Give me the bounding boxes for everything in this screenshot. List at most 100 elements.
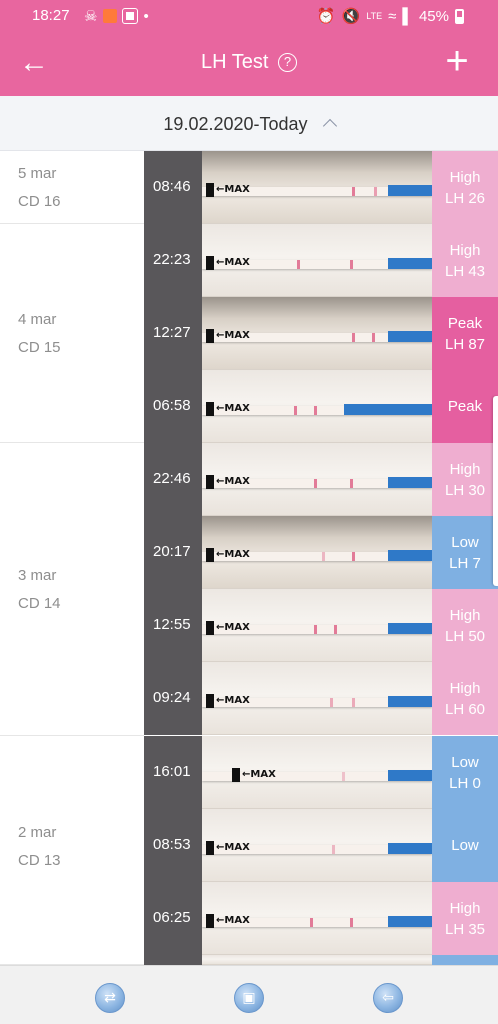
test-result: High LH 60 [432, 662, 498, 735]
day-group-label: 3 mar CD 14 [0, 443, 144, 736]
test-row[interactable]: 09:24 ←MAX High LH 60 [144, 662, 498, 735]
cycle-day: CD 15 [18, 339, 61, 356]
page-title-wrap: LH Test ? [0, 51, 498, 74]
test-row[interactable]: 12:27 ←MAX Peak LH 87 [144, 297, 498, 370]
notification-icon: ☠ [84, 8, 98, 25]
result-level: High [449, 168, 481, 186]
result-level: Low [451, 753, 479, 771]
test-row[interactable]: 08:53 ←MAX Low [144, 809, 498, 882]
day-date: 2 mar [18, 824, 57, 841]
strip-arrow-label: ←MAX [242, 769, 276, 780]
status-time: 18:27 [32, 7, 70, 24]
day-date: 4 mar [18, 311, 57, 328]
result-level: Peak [447, 314, 483, 332]
chevron-up-icon [322, 118, 337, 134]
swap-button[interactable]: ⇄ [95, 983, 125, 1013]
back-arrow-icon: ⇦ [382, 990, 394, 1006]
test-row[interactable]: 16:01 ←MAX Low LH 0 [144, 736, 498, 809]
result-value: LH 35 [444, 920, 486, 938]
test-time-text: 06:25 [153, 909, 191, 926]
test-row[interactable]: 08:46 ←MAX High LH 26 [144, 151, 498, 224]
notification-icons: ☠ • [84, 7, 149, 26]
strip-arrow-label: ←MAX [216, 622, 250, 633]
test-result: High LH 26 [432, 151, 498, 224]
test-row[interactable]: 06:58 ←MAX Peak [144, 370, 498, 443]
test-time-text: 22:46 [153, 470, 191, 487]
test-row[interactable]: 06:25 ←MAX High LH 35 [144, 882, 498, 955]
battery-icon [455, 8, 464, 24]
result-value: LH 0 [449, 774, 481, 792]
swap-icon: ⇄ [104, 990, 116, 1006]
bottom-nav: ⇄ ▣ ⇦ [0, 965, 498, 1024]
test-time-text: 12:55 [153, 616, 191, 633]
test-row-partial[interactable] [144, 955, 498, 965]
strip-arrow-label: ←MAX [216, 842, 250, 853]
day-group-label: 2 mar CD 13 [0, 736, 144, 965]
cycle-day: CD 16 [18, 193, 61, 210]
strip-arrow-label: ←MAX [216, 695, 250, 706]
day-group-label: 5 mar CD 16 [0, 151, 144, 224]
cycle-day: CD 13 [18, 852, 61, 869]
result-value: LH 87 [444, 335, 486, 353]
test-time: 22:23 [144, 224, 202, 297]
test-time: 06:25 [144, 882, 202, 955]
crop-button[interactable]: ▣ [234, 983, 264, 1013]
result-level: Low [451, 533, 479, 551]
strip-arrow-label: ←MAX [216, 403, 250, 414]
cycle-day: CD 14 [18, 595, 61, 612]
test-strip-photo: ←MAX [202, 443, 432, 516]
result-level: High [449, 899, 481, 917]
test-time: 20:17 [144, 516, 202, 589]
test-time-text: 09:24 [153, 689, 191, 706]
test-result: Peak [432, 370, 498, 443]
test-time-text: 22:23 [153, 251, 191, 268]
test-result: High LH 30 [432, 443, 498, 516]
result-value: LH 30 [444, 481, 486, 499]
day-date: 5 mar [18, 165, 57, 182]
test-time: 06:58 [144, 370, 202, 443]
test-row[interactable]: 22:46 ←MAX High LH 30 [144, 443, 498, 516]
test-time: 22:46 [144, 443, 202, 516]
test-strip-photo: ←MAX [202, 370, 432, 443]
add-test-button[interactable]: + [440, 41, 474, 81]
back-nav-button[interactable]: ⇦ [373, 983, 403, 1013]
test-time: 08:46 [144, 151, 202, 224]
test-strip-photo: ←MAX [202, 809, 432, 882]
test-result [432, 955, 498, 965]
date-range-selector[interactable]: 19.02.2020-Today [0, 96, 498, 151]
result-value: LH 7 [449, 554, 481, 572]
test-time: 16:01 [144, 736, 202, 809]
scroll-handle[interactable] [493, 396, 498, 586]
test-strip-photo: ←MAX [202, 662, 432, 735]
test-time: 08:53 [144, 809, 202, 882]
test-result: High LH 43 [432, 224, 498, 297]
strip-arrow-label: ←MAX [216, 549, 250, 560]
test-strip-photo [202, 955, 432, 965]
mute-icon: 🔇 [341, 8, 361, 25]
test-result: Low LH 0 [432, 736, 498, 809]
test-result: Low LH 7 [432, 516, 498, 589]
lh-test-list: 5 mar CD 16 4 mar CD 15 3 mar CD 14 2 ma… [0, 151, 498, 965]
result-value: LH 50 [444, 627, 486, 645]
result-level: Peak [447, 398, 483, 415]
test-row[interactable]: 20:17 ←MAX Low LH 7 [144, 516, 498, 589]
question-circle-icon[interactable]: ? [278, 53, 297, 72]
plus-icon: + [445, 39, 469, 83]
wifi-icon: ≈ [388, 7, 397, 25]
result-level: High [449, 606, 481, 624]
crop-icon: ▣ [242, 990, 256, 1006]
test-row[interactable]: 12:55 ←MAX High LH 50 [144, 589, 498, 662]
strip-arrow-label: ←MAX [216, 184, 250, 195]
test-time-text: 08:53 [153, 836, 191, 853]
test-strip-photo: ←MAX [202, 736, 432, 809]
page-title: LH Test [200, 51, 269, 73]
test-time-text: 20:17 [153, 543, 191, 560]
test-row[interactable]: 22:23 ←MAX High LH 43 [144, 224, 498, 297]
test-time-text: 16:01 [153, 763, 191, 780]
app-notification-icon [103, 9, 118, 23]
test-time: 12:55 [144, 589, 202, 662]
alarm-icon: ⏰ [316, 8, 336, 25]
strip-arrow-label: ←MAX [216, 476, 250, 487]
test-result: High LH 35 [432, 882, 498, 955]
status-bar: 18:27 ☠ • ⏰ 🔇 LTE ≈ ▌ 45% [0, 0, 498, 32]
